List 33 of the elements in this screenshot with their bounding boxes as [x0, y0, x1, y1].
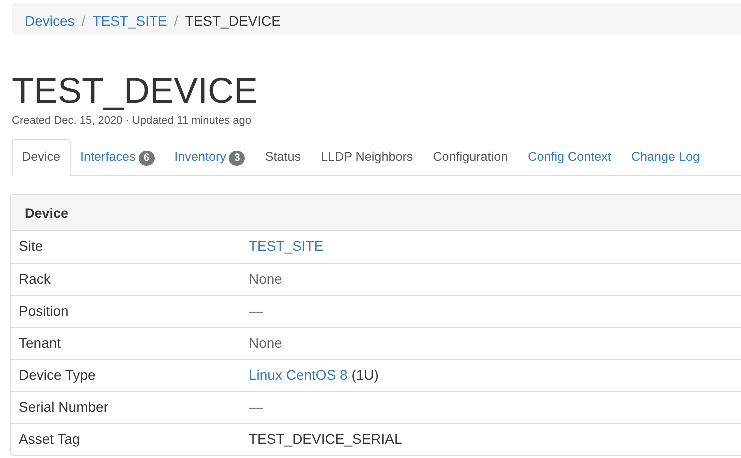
field-value: — — [249, 398, 263, 417]
tab[interactable]: Device — [12, 139, 70, 176]
tab[interactable]: Interfaces 6 — [70, 139, 165, 176]
tab[interactable]: Inventory 3 — [164, 139, 256, 176]
field-link[interactable]: Linux CentOS 8 — [249, 366, 348, 383]
field-label: Site — [19, 237, 44, 256]
field-value: None — [249, 334, 282, 353]
page-title: TEST_DEVICE — [12, 71, 260, 111]
timestamp-text: Created Dec. 15, 2020 · Updated 11 minutes ago — [12, 114, 253, 129]
count-badge: 3 — [229, 151, 246, 166]
field-label: Position — [19, 302, 70, 321]
field-label: Tenant — [19, 334, 62, 353]
breadcrumb-current: TEST_DEVICE — [185, 12, 281, 27]
field-label: Asset Tag — [19, 430, 82, 449]
tab[interactable]: Status — [255, 139, 312, 176]
tab[interactable]: Config Context — [518, 139, 622, 176]
tab[interactable]: Change Log — [621, 139, 710, 176]
field-label: Rack — [19, 270, 52, 289]
field-value: TEST_DEVICE_SERIAL — [249, 430, 402, 449]
field-value: None — [249, 270, 282, 289]
field-suffix: (1U) — [352, 366, 379, 383]
field-link[interactable]: TEST_SITE — [249, 238, 324, 254]
field-label: Serial Number — [19, 398, 110, 417]
field-label: Device Type — [19, 366, 97, 385]
breadcrumb-separator: / — [80, 12, 87, 27]
tab[interactable]: Configuration — [423, 139, 518, 176]
breadcrumb-link[interactable]: TEST_SITE — [92, 11, 168, 27]
field-value: — — [249, 302, 263, 321]
tab[interactable]: LLDP Neighbors — [311, 139, 424, 176]
count-badge: 6 — [138, 151, 155, 166]
breadcrumb-link[interactable]: Devices — [25, 11, 75, 27]
panel-heading: Device — [11, 194, 741, 231]
breadcrumb-separator: / — [173, 12, 180, 27]
